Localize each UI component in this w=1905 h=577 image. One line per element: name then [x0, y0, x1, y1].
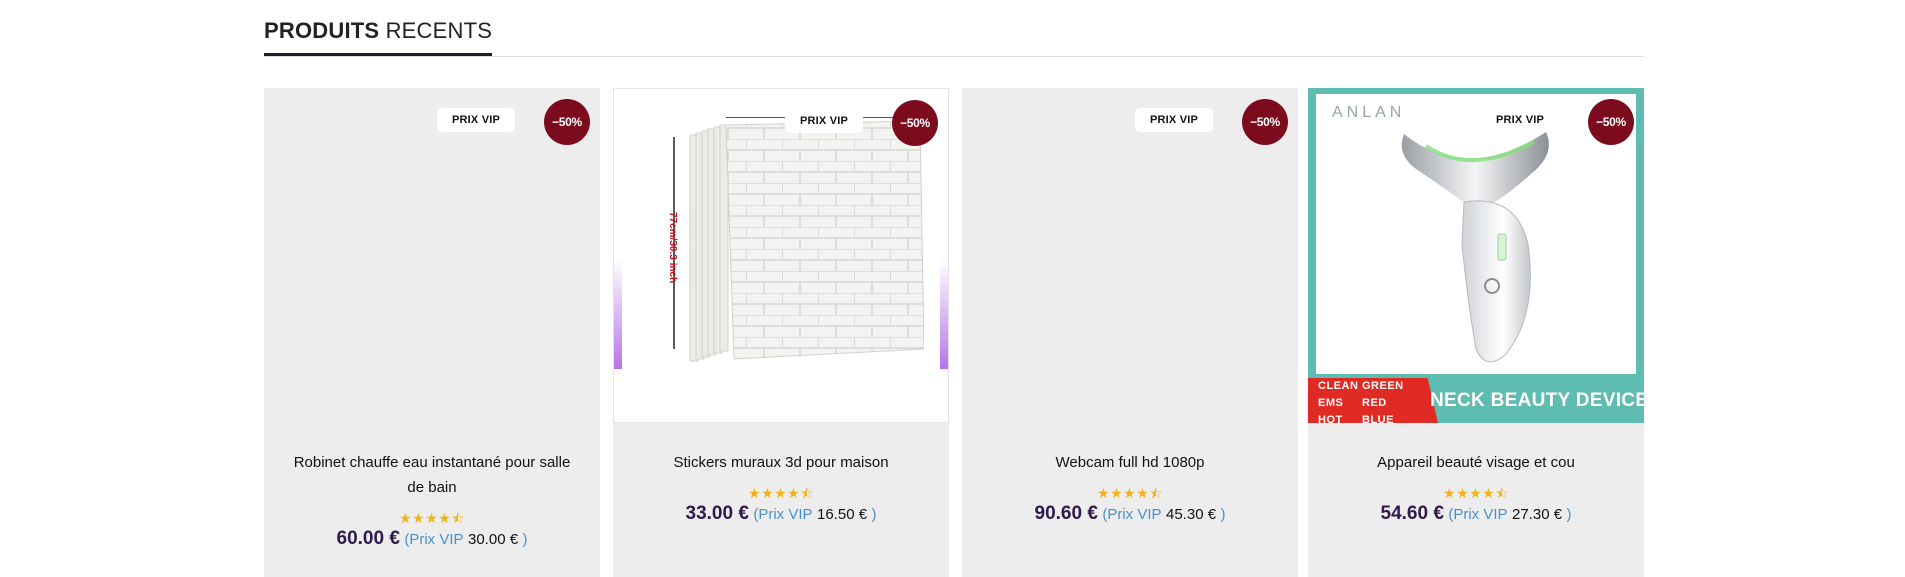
- discount-badge: −50%: [892, 100, 938, 146]
- product-image[interactable]: 70cm 77cm/30.3 inch PRIX VIP −50%: [613, 88, 949, 423]
- modes-right: GREEN RED BLUE: [1362, 380, 1404, 423]
- vip-price-value: 45.30 €: [1166, 506, 1217, 523]
- product-image[interactable]: ANLAN CLEAN EMS HOT GREEN RED BLUE NECK …: [1308, 88, 1644, 423]
- vip-badge: PRIX VIP: [1495, 114, 1545, 126]
- vip-price-label: (Prix VIP: [1102, 506, 1162, 523]
- brand-logo: ANLAN: [1332, 104, 1406, 121]
- price-row: 54.60 € (Prix VIP 27.30 € ): [1308, 503, 1644, 525]
- vip-price-close: ): [871, 506, 877, 523]
- recent-products-section: PRODUITS RECENTS PRIX VIP −50% Robinet c…: [264, 0, 1644, 577]
- image-edge-strip: [940, 259, 948, 369]
- price-row: 33.00 € (Prix VIP 16.50 € ): [613, 503, 949, 525]
- price-row: 90.60 € (Prix VIP 45.30 € ): [962, 503, 1298, 525]
- vip-price-close: ): [1220, 506, 1226, 523]
- product-card[interactable]: 70cm 77cm/30.3 inch PRIX VIP −50% Sticke…: [613, 88, 949, 577]
- product-image[interactable]: PRIX VIP −50%: [264, 88, 600, 423]
- product-image[interactable]: PRIX VIP −50%: [962, 88, 1298, 423]
- image-edge-strip: [614, 259, 622, 369]
- neck-device-illustration: [1401, 132, 1549, 363]
- product-name[interactable]: Appareil beauté visage et cou: [1328, 450, 1624, 475]
- product-card[interactable]: ANLAN CLEAN EMS HOT GREEN RED BLUE NECK …: [1308, 88, 1644, 577]
- discount-badge: −50%: [544, 99, 590, 145]
- vip-price-label: (Prix VIP: [404, 531, 464, 548]
- product-price: 54.60 €: [1380, 503, 1444, 524]
- vip-badge: PRIX VIP: [437, 108, 515, 132]
- vip-badge: PRIX VIP: [785, 109, 863, 133]
- product-name[interactable]: Webcam full hd 1080p: [982, 450, 1278, 475]
- price-row: 60.00 € (Prix VIP 30.00 € ): [264, 528, 600, 550]
- product-price: 33.00 €: [685, 503, 749, 524]
- vip-price-label: (Prix VIP: [1448, 506, 1508, 523]
- svg-text:77cm/30.3 inch: 77cm/30.3 inch: [667, 212, 678, 283]
- image-panel: ANLAN: [1316, 94, 1636, 374]
- vip-price-label: (Prix VIP: [753, 506, 813, 523]
- discount-badge: −50%: [1588, 99, 1634, 145]
- banner-text: NECK BEAUTY DEVICE: [1430, 390, 1644, 411]
- vip-price-value: 27.30 €: [1512, 506, 1563, 523]
- product-price: 60.00 €: [336, 528, 400, 549]
- modes-left: CLEAN EMS HOT: [1318, 380, 1359, 423]
- vip-price-close: ): [522, 531, 528, 548]
- section-title: PRODUITS RECENTS: [264, 18, 493, 43]
- product-price: 90.60 €: [1034, 503, 1098, 524]
- discount-badge: −50%: [1242, 99, 1288, 145]
- vip-badge: PRIX VIP: [1135, 108, 1213, 132]
- vip-price-value: 30.00 €: [468, 531, 519, 548]
- product-card[interactable]: PRIX VIP −50% Robinet chauffe eau instan…: [264, 88, 600, 577]
- product-name[interactable]: Stickers muraux 3d pour maison: [633, 450, 929, 475]
- product-name[interactable]: Robinet chauffe eau instantané pour sall…: [284, 450, 580, 500]
- vip-price-value: 16.50 €: [817, 506, 868, 523]
- section-header: PRODUITS RECENTS: [264, 0, 1644, 57]
- title-underline: [264, 53, 492, 56]
- product-card[interactable]: PRIX VIP −50% Webcam full hd 1080p ★★★★⯪…: [962, 88, 1298, 577]
- brick-wall-sticker-illustration: 70cm 77cm/30.3 inch: [667, 117, 924, 362]
- vip-price-close: ): [1566, 506, 1572, 523]
